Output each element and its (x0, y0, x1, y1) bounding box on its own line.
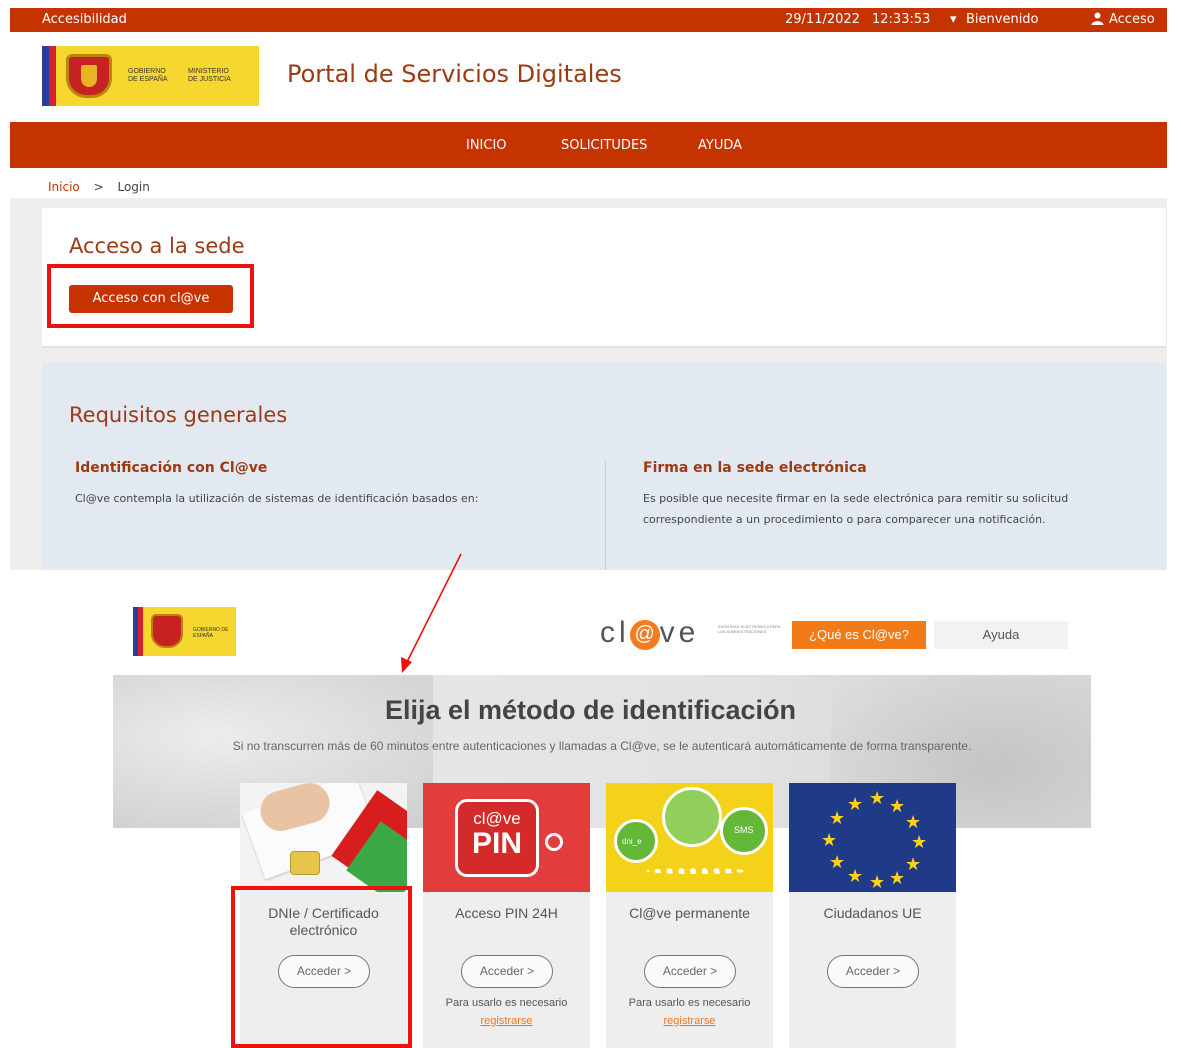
hero-title: Elija el método de identificación (384, 695, 797, 725)
access-card (42, 208, 1166, 348)
gobierno-text: GOBIERNO DE ESPAÑA (128, 68, 168, 83)
sms-label: SMS (734, 825, 754, 835)
chevron-down-icon: ▾ (950, 12, 957, 27)
clave-logo-cl: cl (600, 616, 630, 649)
top-utility-bar: Accesibilidad 29/11/2022 12:33:53 ▾ Bien… (10, 8, 1167, 32)
method-card-ue: ★ ★ ★ ★ ★ ★ ★ ★ ★ ★ ★ ★ Ciudadanos UE Ac… (789, 783, 956, 1048)
ministerio-text: MINISTERIO DE JUSTICIA (188, 68, 231, 83)
register-note: Para usarlo es necesario (445, 997, 568, 1009)
acceso-clave-button[interactable]: Acceso con cl@ve (69, 285, 233, 313)
method-label: Acceso PIN 24H (455, 905, 558, 921)
coat-of-arms-icon (66, 54, 112, 98)
acceder-ue-button[interactable]: Acceder > (827, 955, 919, 988)
access-link[interactable]: Acceso (1109, 12, 1155, 27)
gobierno-ministerio-logo: GOBIERNO DE ESPAÑA MINISTERIO DE JUSTICI… (42, 46, 259, 106)
identificacion-heading: Identificación con Cl@ve (75, 460, 268, 476)
access-title: Acceso a la sede (69, 234, 245, 258)
clave-logo: cl @ ve (600, 616, 699, 650)
que-es-clave-button[interactable]: ¿Qué es Cl@ve? (792, 621, 926, 649)
method-label: DNIe / Certificado electrónico (268, 905, 379, 938)
permanente-image: SMS dni_e (606, 783, 773, 892)
register-note: Para usarlo es necesario (628, 997, 751, 1009)
requirements-title: Requisitos generales (69, 403, 288, 427)
nav-ayuda[interactable]: AYUDA (698, 138, 742, 153)
method-label: Cl@ve permanente (629, 905, 750, 921)
column-divider (605, 460, 606, 570)
method-card-permanente: SMS dni_e Cl@ve permanente Acceder > Par… (606, 783, 773, 1048)
nav-solicitudes[interactable]: SOLICITUDES (561, 138, 647, 153)
main-nav: INICIO SOLICITUDES AYUDA (10, 122, 1167, 168)
breadcrumb-current: Login (117, 180, 150, 194)
pin-image-text: PIN (471, 827, 522, 860)
registrarse-link[interactable]: registrarse (423, 1015, 590, 1027)
hero-subtitle: Si no transcurren más de 60 minutos entr… (232, 739, 972, 753)
acceder-permanente-button[interactable]: Acceder > (644, 955, 736, 988)
time-text: 12:33:53 (872, 12, 931, 27)
clave-logo-ve: ve (659, 616, 700, 649)
spain-flag-icon (42, 46, 56, 106)
acceder-pin-button[interactable]: Acceder > (461, 955, 553, 988)
date-text: 29/11/2022 (785, 12, 860, 27)
firma-text: Es posible que necesite firmar en la sed… (643, 492, 1069, 526)
portal-title: Portal de Servicios Digitales (287, 60, 622, 88)
pin-image-caption: cl@ve (473, 809, 521, 828)
method-card-dnie: DNIe / Certificado electrónico Acceder > (240, 783, 407, 1048)
method-card-pin: cl@ve PIN Acceso PIN 24H Acceder > Para … (423, 783, 590, 1048)
method-label: Ciudadanos UE (823, 905, 922, 921)
key-icon (545, 833, 563, 851)
coat-of-arms-icon (151, 614, 183, 648)
spain-flag-icon (133, 607, 143, 656)
pin-image: cl@ve PIN (423, 783, 590, 892)
breadcrumb-home[interactable]: Inicio (48, 180, 80, 194)
ayuda-button[interactable]: Ayuda (934, 621, 1068, 649)
firma-heading: Firma en la sede electrónica (643, 460, 867, 476)
chip-icon (290, 851, 320, 875)
accessibility-link[interactable]: Accesibilidad (42, 12, 127, 27)
dni-label: dni_e (622, 837, 642, 846)
clave-tagline: IDENTIDAD ELECTRÓNICA PARA LAS ADMINISTR… (718, 624, 781, 634)
welcome-menu[interactable]: Bienvenido (966, 12, 1039, 27)
breadcrumb: Inicio > Login (48, 180, 150, 194)
clave-at-icon: @ (629, 620, 660, 650)
gobierno-text: GOBIERNO DE ESPAÑA (193, 627, 229, 639)
gobierno-logo: GOBIERNO DE ESPAÑA (133, 607, 236, 656)
chevron-right-icon: > (93, 180, 104, 194)
registrarse-link[interactable]: registrarse (606, 1015, 773, 1027)
dnie-image (240, 783, 407, 892)
eu-flag-icon: ★ ★ ★ ★ ★ ★ ★ ★ ★ ★ ★ ★ (789, 783, 956, 892)
identificacion-text: Cl@ve contempla la utilización de sistem… (75, 492, 479, 505)
user-icon (1091, 12, 1104, 29)
acceder-dnie-button[interactable]: Acceder > (278, 955, 370, 988)
nav-inicio[interactable]: INICIO (466, 138, 507, 153)
